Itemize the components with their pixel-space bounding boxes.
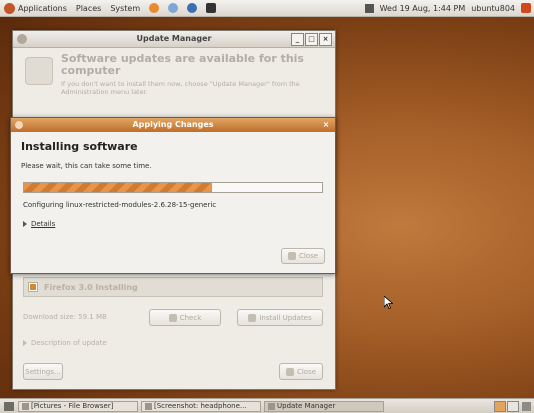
folder-icon (22, 402, 29, 410)
download-size: Download size: 59.1 MB (23, 313, 107, 321)
workspace-switcher[interactable] (494, 400, 519, 412)
update-manager-title: Update Manager (136, 34, 212, 43)
places-menu[interactable]: Places (76, 4, 101, 13)
maximize-button[interactable]: □ (305, 33, 318, 46)
minimize-button[interactable]: _ (291, 33, 304, 46)
install-updates-button[interactable]: Install Updates (237, 309, 323, 326)
system-menu[interactable]: System (110, 4, 140, 13)
settings-button[interactable]: Settings... (23, 363, 63, 380)
mouse-pointer-icon (384, 296, 393, 309)
check-button[interactable]: Check (149, 309, 221, 326)
trash-icon[interactable] (522, 401, 531, 411)
taskbar-item-update-manager[interactable]: Update Manager (264, 400, 384, 412)
dialog-close-icon[interactable]: × (321, 120, 331, 130)
help-launcher-icon[interactable] (187, 3, 198, 13)
close-icon (285, 367, 294, 376)
update-notifier-icon[interactable] (206, 3, 217, 13)
top-panel: Applications Places System Wed 19 Aug, 1… (0, 0, 534, 17)
progress-status: Configuring linux-restricted-modules-2.6… (23, 201, 217, 209)
applications-menu[interactable]: Applications (4, 2, 67, 14)
install-icon (248, 313, 257, 322)
close-window-button[interactable]: × (319, 33, 332, 46)
update-list-item[interactable]: Firefox 3.0 Installing (23, 277, 323, 297)
progress-bar (23, 182, 323, 193)
workspace-2[interactable] (507, 400, 519, 412)
clock[interactable]: Wed 19 Aug, 1:44 PM (380, 4, 466, 13)
show-desktop-icon[interactable] (4, 401, 14, 411)
email-launcher-icon[interactable] (168, 3, 179, 13)
update-header-text: If you don't want to install them now, c… (61, 80, 300, 96)
network-icon[interactable] (364, 3, 374, 13)
user-switcher[interactable]: ubuntu804 (471, 4, 515, 13)
bottom-panel: [Pictures - File Browser] [Screenshot: h… (0, 398, 534, 413)
dialog-titlebar[interactable]: Applying Changes × (11, 118, 335, 132)
update-icon (268, 402, 275, 410)
update-checkbox[interactable] (28, 282, 38, 292)
refresh-icon (168, 313, 177, 322)
workspace-1[interactable] (494, 400, 506, 412)
ubuntu-foot-icon (4, 2, 15, 14)
progress-fill (24, 183, 212, 192)
dialog-menu-icon[interactable] (15, 121, 23, 129)
update-manager-titlebar[interactable]: Update Manager _ □ × (13, 31, 335, 48)
update-header-title: Software updates are available for this … (61, 52, 304, 77)
image-icon (145, 402, 152, 410)
expander-arrow-icon (23, 340, 27, 346)
dialog-title: Applying Changes (132, 120, 214, 129)
window-menu-icon[interactable] (17, 34, 27, 44)
dialog-message: Please wait, this can take some time. (21, 162, 152, 170)
applying-changes-dialog: Applying Changes × Installing software P… (10, 117, 336, 274)
description-expander[interactable]: Description of update (23, 339, 107, 347)
taskbar-item-file-browser[interactable]: [Pictures - File Browser] (18, 400, 138, 412)
update-item-label: Firefox 3.0 Installing (44, 282, 138, 292)
close-icon (287, 252, 296, 260)
close-button[interactable]: Close (279, 363, 323, 380)
dialog-heading: Installing software (21, 140, 138, 153)
package-icon (25, 57, 53, 85)
expander-arrow-icon (23, 221, 27, 227)
power-icon[interactable] (521, 3, 531, 13)
details-label: Details (31, 220, 56, 228)
taskbar-item-screenshot[interactable]: [Screenshot: headphone... (141, 400, 261, 412)
update-header: Software updates are available for this … (61, 52, 316, 97)
details-expander[interactable]: Details (23, 220, 55, 228)
firefox-launcher-icon[interactable] (149, 3, 160, 13)
dialog-close-button[interactable]: Close (281, 248, 325, 264)
